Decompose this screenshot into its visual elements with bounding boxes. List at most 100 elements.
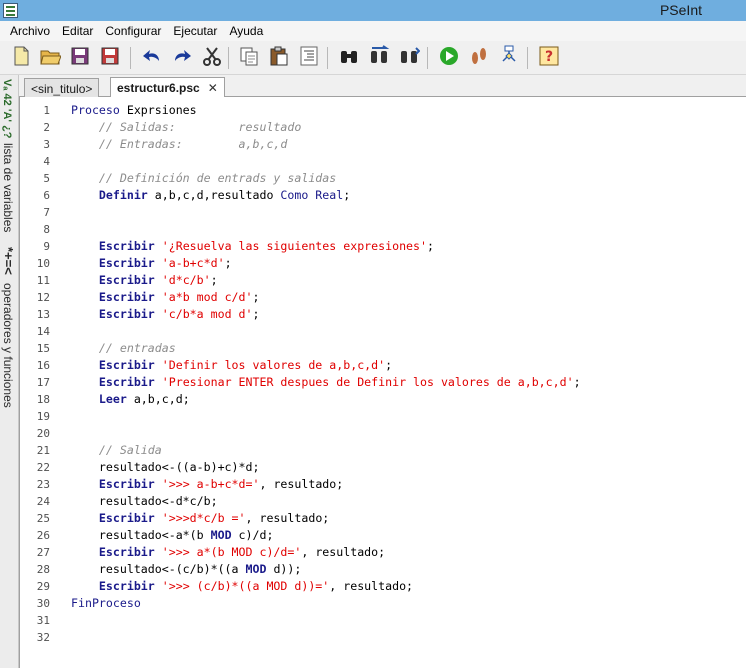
flowchart-icon — [498, 45, 520, 72]
code-line[interactable]: 18 Leer a,b,c,d; — [20, 391, 746, 408]
code-line[interactable]: 8 — [20, 221, 746, 238]
code-line[interactable]: 32 — [20, 629, 746, 646]
code-token: Escribir — [71, 375, 162, 389]
code-token: Como Real — [280, 188, 344, 202]
tab-sin-titulo[interactable]: <sin_titulo> — [24, 78, 100, 98]
indent-button[interactable] — [296, 45, 322, 71]
variables-tab[interactable]: Vₐ 42 'A' ¿? lista de variables — [0, 79, 19, 233]
replace-icon — [368, 44, 390, 72]
line-number: 20 — [36, 427, 50, 440]
code-line[interactable]: 4 — [20, 153, 746, 170]
code-editor[interactable]: 1 Proceso Exprsiones 2 // Salidas: resulta… — [19, 97, 746, 668]
menu-ayuda[interactable]: Ayuda — [223, 21, 269, 41]
pseint-app-icon[interactable] — [3, 3, 18, 18]
title-bar[interactable]: PSeInt — [0, 0, 746, 21]
find-next-button[interactable] — [396, 45, 422, 71]
line-number: 30 — [36, 597, 50, 610]
code-line[interactable]: 13 Escribir 'c/b*a mod d'; — [20, 306, 746, 323]
toolbar-separator — [527, 47, 528, 69]
code-token: 'Presionar ENTER despues de Definir los … — [161, 375, 574, 389]
code-token: ; — [252, 307, 260, 321]
code-line[interactable]: 31 — [20, 612, 746, 629]
save-as-button[interactable] — [97, 45, 123, 71]
toolbar-separator — [427, 47, 428, 69]
code-token: , resultado; — [301, 545, 386, 559]
find-icon — [338, 45, 360, 72]
code-line[interactable]: 10 Escribir 'a-b+c*d'; — [20, 255, 746, 272]
svg-text:?: ? — [545, 49, 553, 65]
code-token: resultado<-d*c/b; — [71, 494, 218, 508]
tab-estructur6[interactable]: estructur6.psc ✕ — [110, 77, 225, 97]
line-number: 27 — [36, 546, 50, 559]
menu-configurar[interactable]: Configurar — [99, 21, 167, 41]
code-line[interactable]: 27 Escribir '>>> a*(b MOD c)/d=', result… — [20, 544, 746, 561]
code-line[interactable]: 24 resultado<-d*c/b; — [20, 493, 746, 510]
code-line[interactable]: 26 resultado<-a*(b MOD c)/d; — [20, 527, 746, 544]
code-line[interactable]: 3 // Entradas: a,b,c,d — [20, 136, 746, 153]
code-line[interactable]: 12 Escribir 'a*b mod c/d'; — [20, 289, 746, 306]
operators-tab[interactable]: *+=< operadores y funciones — [0, 247, 19, 427]
new-file-button[interactable] — [8, 45, 34, 71]
step-button[interactable] — [466, 45, 492, 71]
code-line[interactable]: 9 Escribir '¿Resuelva las siguientes exp… — [20, 238, 746, 255]
code-token: // entradas — [71, 341, 176, 355]
code-line[interactable]: 21 // Salida — [20, 442, 746, 459]
toolbar-separator — [228, 47, 229, 69]
undo-button[interactable] — [139, 45, 165, 71]
code-line[interactable]: 30 FinProceso — [20, 595, 746, 612]
code-text: Escribir 'a-b+c*d'; — [71, 255, 232, 272]
help-button[interactable]: ? — [536, 45, 562, 71]
save-button[interactable] — [67, 45, 93, 71]
line-number: 5 — [43, 172, 50, 185]
code-line[interactable]: 15 // entradas — [20, 340, 746, 357]
code-line[interactable]: 14 — [20, 323, 746, 340]
menu-ejecutar[interactable]: Ejecutar — [167, 21, 223, 41]
code-line[interactable]: 20 — [20, 425, 746, 442]
code-line[interactable]: 29 Escribir '>>> (c/b)*((a MOD d))=', re… — [20, 578, 746, 595]
code-token: ; — [252, 290, 260, 304]
variables-tab-label: lista de variables — [1, 143, 15, 233]
line-number: 11 — [36, 274, 50, 287]
toolbar-separator — [130, 47, 131, 69]
replace-button[interactable] — [366, 44, 392, 72]
code-line[interactable]: 6 Definir a,b,c,d,resultado Como Real; — [20, 187, 746, 204]
redo-icon — [171, 45, 193, 72]
code-text: Escribir 'c/b*a mod d'; — [71, 306, 260, 323]
code-token: // Salida — [71, 443, 162, 457]
paste-button[interactable] — [266, 45, 292, 71]
redo-button[interactable] — [169, 45, 195, 71]
code-text: resultado<-d*c/b; — [71, 493, 218, 510]
menu-bar: Archivo Editar Configurar Ejecutar Ayuda — [0, 21, 746, 41]
close-tab-icon[interactable]: ✕ — [208, 81, 218, 95]
indent-icon — [298, 45, 320, 72]
menu-editar[interactable]: Editar — [56, 21, 99, 41]
code-line[interactable]: 22 resultado<-((a-b)+c)*d; — [20, 459, 746, 476]
code-token: Definir — [71, 188, 155, 202]
find-button[interactable] — [336, 45, 362, 71]
run-button[interactable] — [436, 45, 462, 71]
cut-icon — [201, 45, 223, 72]
code-line[interactable]: 23 Escribir '>>> a-b+c*d=', resultado; — [20, 476, 746, 493]
code-line[interactable]: 1 Proceso Exprsiones — [20, 102, 746, 119]
code-line[interactable]: 16 Escribir 'Definir los valores de a,b,… — [20, 357, 746, 374]
line-number: 23 — [36, 478, 50, 491]
operators-tab-label: operadores y funciones — [1, 283, 15, 408]
code-token: FinProceso — [71, 596, 141, 610]
toolbar: ? — [0, 41, 746, 75]
copy-button[interactable] — [236, 45, 262, 71]
code-line[interactable]: 2 // Salidas: resultado — [20, 119, 746, 136]
flowchart-button[interactable] — [496, 45, 522, 71]
code-token: 'd*c/b' — [161, 273, 211, 287]
code-line[interactable]: 19 — [20, 408, 746, 425]
code-line[interactable]: 28 resultado<-(c/b)*((a MOD d)); — [20, 561, 746, 578]
menu-archivo[interactable]: Archivo — [4, 21, 56, 41]
code-line[interactable]: 7 — [20, 204, 746, 221]
code-line[interactable]: 17 Escribir 'Presionar ENTER despues de … — [20, 374, 746, 391]
line-number: 31 — [36, 614, 50, 627]
code-line[interactable]: 5 // Definición de entrads y salidas — [20, 170, 746, 187]
code-line[interactable]: 11 Escribir 'd*c/b'; — [20, 272, 746, 289]
line-number: 7 — [43, 206, 50, 219]
code-line[interactable]: 25 Escribir '>>>d*c/b =', resultado; — [20, 510, 746, 527]
open-folder-button[interactable] — [37, 45, 63, 71]
cut-button[interactable] — [199, 45, 225, 71]
